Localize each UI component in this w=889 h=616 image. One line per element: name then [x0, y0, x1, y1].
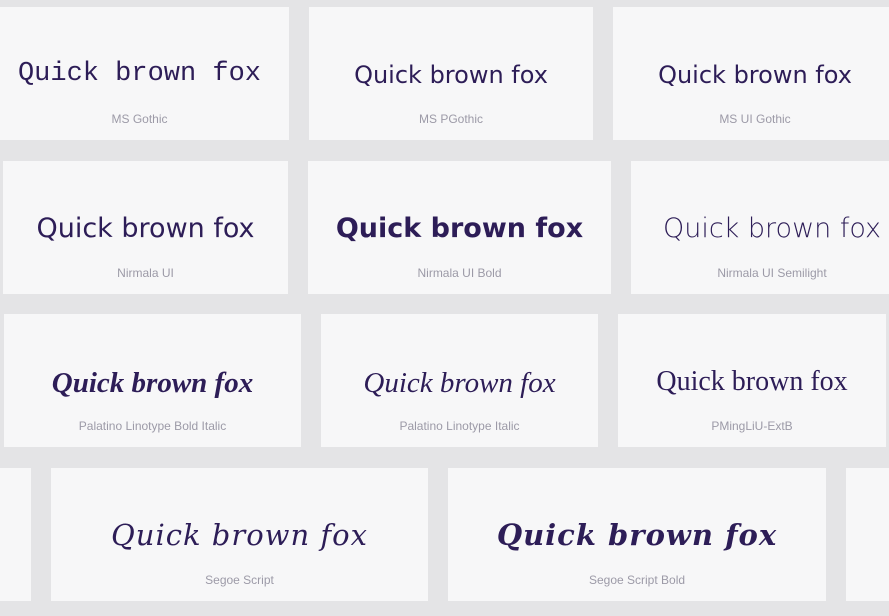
font-name: Segoe Script Bold	[588, 573, 686, 587]
font-sample: Quick brown fox	[36, 213, 255, 244]
font-sample: Quick brown fox	[496, 518, 778, 552]
font-name: MS UI Gothic	[719, 112, 791, 126]
font-card-pmingliu-extb[interactable]: Quick brown fox PMingLiU-ExtB	[618, 314, 886, 447]
font-card-segoe-script[interactable]: Quick brown fox Segoe Script	[51, 468, 428, 601]
font-card-partial-right[interactable]	[846, 468, 889, 601]
font-name: PMingLiU-ExtB	[711, 419, 793, 433]
font-name: Nirmala UI Semilight	[717, 266, 827, 280]
font-card-palatino-italic[interactable]: Quick brown fox Palatino Linotype Italic	[321, 314, 598, 447]
font-card-ms-pgothic[interactable]: Quick brown fox MS PGothic	[309, 7, 593, 140]
font-card-nirmala-ui-bold[interactable]: Quick brown fox Nirmala UI Bold	[308, 161, 611, 294]
font-name: MS Gothic	[111, 112, 168, 126]
font-card-palatino-bold-italic[interactable]: Quick brown fox Palatino Linotype Bold I…	[4, 314, 301, 447]
font-card-segoe-script-bold[interactable]: Quick brown fox Segoe Script Bold	[448, 468, 826, 601]
font-sample: Quick brown fox	[363, 367, 556, 399]
font-card-partial-left[interactable]	[0, 468, 31, 601]
font-name: Nirmala UI	[117, 266, 174, 280]
font-sample: Quick brown fox	[111, 518, 368, 552]
font-card-nirmala-ui[interactable]: Quick brown fox Nirmala UI	[3, 161, 288, 294]
font-sample: Quick brown fox	[662, 213, 882, 244]
font-name: Palatino Linotype Bold Italic	[78, 419, 227, 433]
font-name: Nirmala UI Bold	[417, 266, 502, 280]
font-sample: Quick brown fox	[658, 61, 852, 89]
font-name: MS PGothic	[418, 112, 484, 126]
font-sample: Quick brown fox	[51, 367, 254, 399]
font-sample: Quick brown fox	[656, 366, 848, 397]
font-sample: Quick brown fox	[17, 59, 262, 89]
font-card-ms-gothic[interactable]: Quick brown fox MS Gothic	[0, 7, 289, 140]
font-name: Palatino Linotype Italic	[399, 419, 520, 433]
font-sample: Quick brown fox	[335, 213, 584, 244]
font-name: Segoe Script	[205, 573, 274, 587]
font-card-ms-ui-gothic[interactable]: Quick brown fox MS UI Gothic	[613, 7, 889, 140]
font-sample: Quick brown fox	[354, 61, 548, 89]
font-card-nirmala-ui-semilight[interactable]: Quick brown fox Nirmala UI Semilight	[631, 161, 889, 294]
